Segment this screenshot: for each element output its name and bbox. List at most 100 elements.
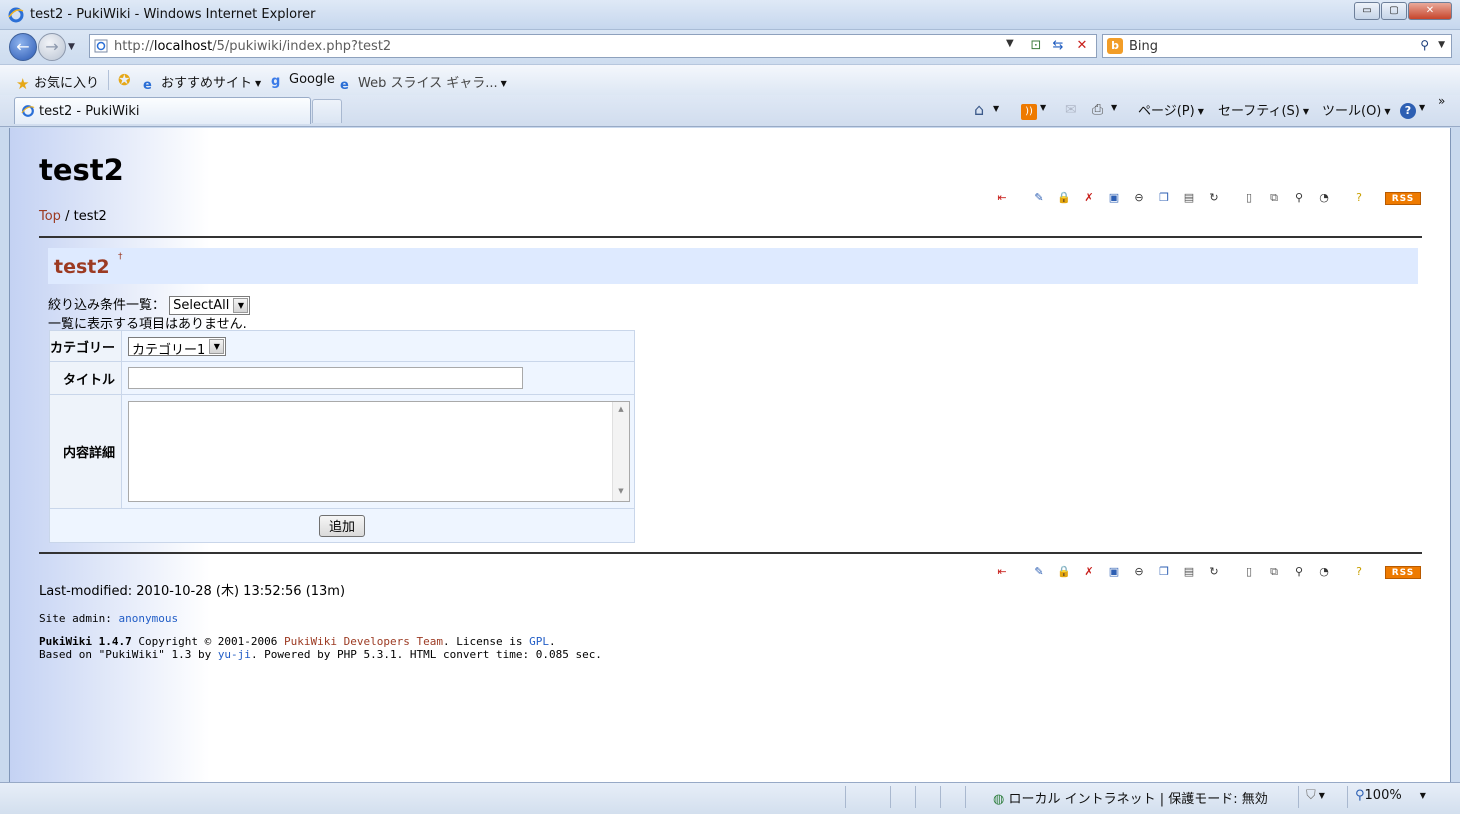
breadcrumb-current: test2 bbox=[73, 209, 107, 224]
printer-icon: ⎙ bbox=[1092, 102, 1104, 118]
search-icon[interactable]: ⚲ bbox=[1420, 38, 1429, 52]
edit-icon[interactable]: ✎ bbox=[1032, 190, 1046, 206]
category-select[interactable]: カテゴリー1 ▼ bbox=[128, 336, 227, 358]
shield-icon: ⛉ bbox=[1306, 788, 1316, 803]
url-text: http://localhost/5/pukiwiki/index.php?te… bbox=[114, 39, 392, 54]
google-icon: g bbox=[271, 74, 281, 89]
top-page-icon[interactable]: ⇤ bbox=[995, 564, 1009, 580]
copy-icon[interactable]: ❐ bbox=[1157, 190, 1171, 206]
breadcrumb-top-link[interactable]: Top bbox=[39, 209, 61, 224]
close-window-button[interactable]: ✕ bbox=[1408, 2, 1452, 20]
feeds-button[interactable]: )) ▼ bbox=[1021, 100, 1046, 120]
stop-icon[interactable]: ✕ bbox=[1072, 37, 1092, 55]
details-label: 内容詳細 bbox=[50, 395, 122, 509]
status-divider bbox=[940, 786, 941, 808]
attach-icon[interactable]: ⊖ bbox=[1132, 190, 1146, 206]
attach-icon[interactable]: ⊖ bbox=[1132, 564, 1146, 580]
add-favorite-button[interactable]: ✪ bbox=[118, 72, 136, 88]
more-commands-button[interactable]: » bbox=[1438, 94, 1445, 108]
caret-down-icon: ▼ bbox=[1318, 791, 1325, 800]
favorite-item-google[interactable]: g Google bbox=[271, 72, 335, 89]
diff-icon[interactable]: ✗ bbox=[1082, 564, 1096, 580]
search-dropdown-icon[interactable]: ▼ bbox=[1438, 40, 1445, 50]
address-dropdown-icon[interactable]: ▼ bbox=[1006, 38, 1014, 49]
copy-icon[interactable]: ❐ bbox=[1157, 564, 1171, 580]
scroll-up-icon[interactable]: ▲ bbox=[613, 405, 629, 413]
caret-down-icon: ▼ bbox=[255, 79, 262, 88]
search-box[interactable]: b Bing ⚲ ▼ bbox=[1102, 34, 1452, 58]
bing-icon: b bbox=[1107, 38, 1123, 54]
tab-test2[interactable]: test2 - PukiWiki bbox=[14, 97, 311, 124]
rename-icon[interactable]: ▤ bbox=[1182, 190, 1196, 206]
details-textarea[interactable]: ▲ ▼ bbox=[128, 401, 630, 502]
search-icon[interactable]: ⚲ bbox=[1292, 564, 1306, 580]
rss-button[interactable]: RSS bbox=[1385, 566, 1421, 579]
list-icon[interactable]: ⧉ bbox=[1267, 190, 1281, 206]
compatibility-view-icon[interactable]: ⊡ bbox=[1026, 37, 1046, 55]
favorites-button[interactable]: ★ お気に入り bbox=[16, 72, 99, 92]
caret-down-icon: ▼ bbox=[500, 79, 507, 88]
security-zone[interactable]: ◍ ローカル イントラネット | 保護モード: 無効 bbox=[993, 788, 1268, 807]
tools-menu[interactable]: ツール(O) ▼ bbox=[1322, 100, 1391, 119]
new-page-icon[interactable]: ▯ bbox=[1242, 564, 1256, 580]
zoom-control[interactable]: ⚲100% ▼ bbox=[1355, 788, 1426, 803]
backup-icon[interactable]: ▣ bbox=[1107, 564, 1121, 580]
filter-label: 絞り込み条件一覧： bbox=[48, 298, 166, 313]
ie-page-icon: e bbox=[143, 78, 152, 93]
add-button[interactable]: 追加 bbox=[318, 514, 365, 537]
help-icon[interactable]: ? bbox=[1352, 190, 1366, 206]
page-viewport: test2 Top / test2 ⇤ ✎ 🔒 ✗ ▣ ⊖ ❐ ▤ ↻ ▯ ⧉ … bbox=[9, 128, 1451, 782]
site-admin-link[interactable]: anonymous bbox=[118, 612, 178, 625]
mail-button[interactable]: ✉ bbox=[1065, 100, 1081, 118]
history-dropdown-icon[interactable]: ▼ bbox=[68, 42, 75, 52]
search-input[interactable]: Bing bbox=[1129, 39, 1158, 54]
help-icon[interactable]: ? bbox=[1352, 564, 1366, 580]
pukiwiki-dev-team-link[interactable]: PukiWiki Developers Team bbox=[284, 635, 443, 648]
reload-icon[interactable]: ↻ bbox=[1207, 190, 1221, 206]
textarea-scrollbar[interactable]: ▲ ▼ bbox=[612, 402, 629, 501]
gpl-link[interactable]: GPL bbox=[529, 635, 549, 648]
scroll-down-icon[interactable]: ▼ bbox=[613, 487, 629, 495]
title-label: タイトル bbox=[50, 362, 122, 395]
chevron-down-icon: ▼ bbox=[233, 298, 249, 313]
heading-anchor-link[interactable]: † bbox=[118, 252, 123, 262]
search-icon[interactable]: ⚲ bbox=[1292, 190, 1306, 206]
address-bar[interactable]: http://localhost/5/pukiwiki/index.php?te… bbox=[89, 34, 1097, 58]
print-button[interactable]: ⎙ ▼ bbox=[1092, 100, 1117, 118]
recent-changes-icon[interactable]: ◔ bbox=[1317, 564, 1331, 580]
webslice-icon: e bbox=[340, 78, 349, 93]
backup-icon[interactable]: ▣ bbox=[1107, 190, 1121, 206]
help-button[interactable]: ? ▼ bbox=[1400, 100, 1425, 119]
forward-button[interactable]: → bbox=[38, 33, 66, 61]
protected-mode-button[interactable]: ⛉ ▼ bbox=[1306, 788, 1325, 803]
back-button[interactable]: ← bbox=[9, 33, 37, 61]
title-input[interactable] bbox=[128, 367, 523, 389]
caret-down-icon: ▼ bbox=[1111, 103, 1118, 112]
favorites-bar: ★ お気に入り ✪ e おすすめサイト ▼ g Google e Web スライス ギャラ… bbox=[0, 64, 1460, 95]
maximize-button[interactable]: ▢ bbox=[1381, 2, 1407, 20]
freeze-icon[interactable]: 🔒 bbox=[1057, 564, 1071, 580]
rss-button[interactable]: RSS bbox=[1385, 192, 1421, 205]
caret-down-icon: ▼ bbox=[1302, 107, 1309, 116]
refresh-icon[interactable]: ⇆ bbox=[1048, 37, 1068, 55]
favorite-item-webslice[interactable]: e Web スライス ギャラ... ▼ bbox=[340, 72, 507, 93]
help-icon: ? bbox=[1400, 103, 1416, 119]
yu-ji-link[interactable]: yu-ji bbox=[218, 648, 251, 661]
site-title: test2 bbox=[39, 153, 124, 187]
diff-icon[interactable]: ✗ bbox=[1082, 190, 1096, 206]
rename-icon[interactable]: ▤ bbox=[1182, 564, 1196, 580]
freeze-icon[interactable]: 🔒 bbox=[1057, 190, 1071, 206]
new-page-icon[interactable]: ▯ bbox=[1242, 190, 1256, 206]
top-page-icon[interactable]: ⇤ bbox=[995, 190, 1009, 206]
edit-icon[interactable]: ✎ bbox=[1032, 564, 1046, 580]
minimize-button[interactable]: ▭ bbox=[1354, 2, 1380, 20]
reload-icon[interactable]: ↻ bbox=[1207, 564, 1221, 580]
site-admin: Site admin: anonymous bbox=[39, 612, 179, 625]
favorite-item-recommended[interactable]: e おすすめサイト ▼ bbox=[143, 72, 261, 93]
home-button[interactable]: ⌂ ▼ bbox=[974, 100, 999, 119]
list-icon[interactable]: ⧉ bbox=[1267, 564, 1281, 580]
recent-changes-icon[interactable]: ◔ bbox=[1317, 190, 1331, 206]
safety-menu[interactable]: セーフティ(S) ▼ bbox=[1218, 100, 1309, 119]
new-tab-button[interactable] bbox=[312, 99, 342, 123]
page-menu[interactable]: ページ(P) ▼ bbox=[1138, 100, 1204, 119]
